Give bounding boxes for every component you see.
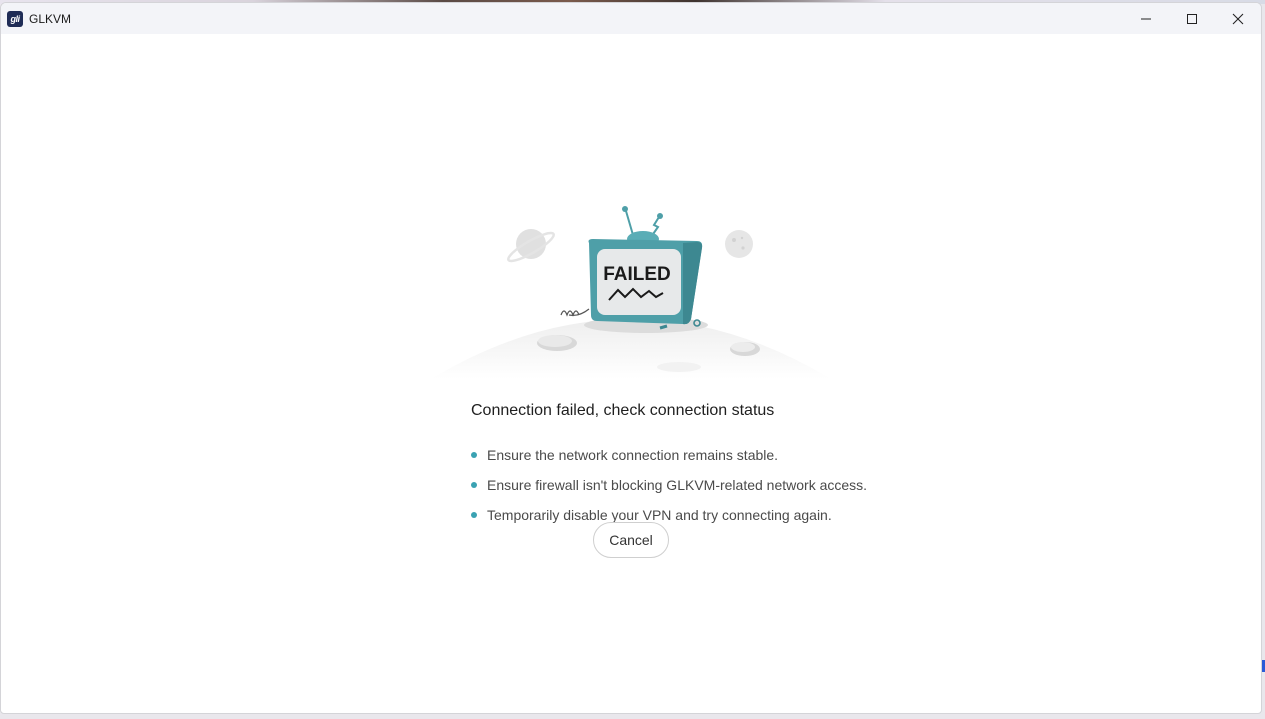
title-bar[interactable]: gli GLKVM xyxy=(1,3,1261,34)
tip-text: Ensure firewall isn't blocking GLKVM-rel… xyxy=(487,477,868,493)
bullet-icon xyxy=(471,482,477,488)
tv-icon: FAILED xyxy=(560,239,703,330)
svg-text:FAILED: FAILED xyxy=(603,264,671,285)
minimize-icon xyxy=(1141,18,1151,19)
close-icon xyxy=(1232,13,1244,24)
maximize-icon xyxy=(1187,13,1197,24)
list-item: Ensure firewall isn't blocking GLKVM-rel… xyxy=(471,470,971,500)
window-controls xyxy=(1123,3,1261,34)
list-item: Ensure the network connection remains st… xyxy=(471,440,971,470)
glkvm-app-icon: gli xyxy=(7,10,23,27)
main-content: FAILED Connection failed, check connecti… xyxy=(1,34,1261,713)
error-title: Connection failed, check connection stat… xyxy=(471,402,775,419)
tip-text: Ensure the network connection remains st… xyxy=(487,447,779,463)
moon-icon xyxy=(725,230,753,258)
connection-failed-illustration: FAILED xyxy=(431,206,831,379)
bullet-icon xyxy=(471,512,477,518)
tip-text: Temporarily disable your VPN and try con… xyxy=(487,507,832,523)
app-window: gli GLKVM FAILED Connection failed, chec… xyxy=(0,2,1262,714)
troubleshooting-list: Ensure the network connection remains st… xyxy=(471,440,971,530)
window-title: GLKVM xyxy=(29,11,72,26)
maximize-button[interactable] xyxy=(1169,3,1215,34)
minimize-button[interactable] xyxy=(1123,3,1169,34)
cancel-button[interactable]: Cancel xyxy=(593,522,669,558)
bullet-icon xyxy=(471,452,477,458)
close-button[interactable] xyxy=(1215,3,1261,34)
list-item: Temporarily disable your VPN and try con… xyxy=(471,500,971,530)
planet-icon xyxy=(507,229,555,263)
error-message-block: Connection failed, check connection stat… xyxy=(471,400,971,530)
